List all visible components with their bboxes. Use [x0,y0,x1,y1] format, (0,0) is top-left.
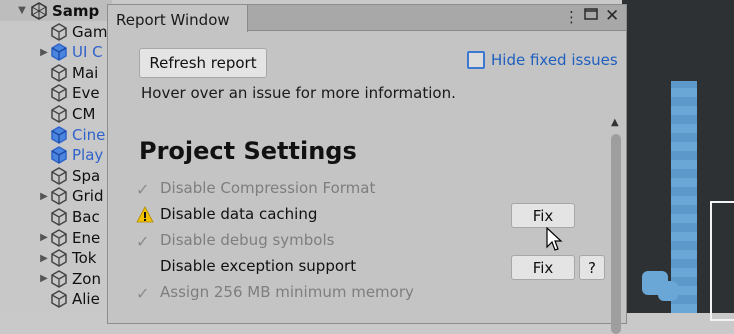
more-options-icon[interactable]: ⋮ [564,8,579,26]
prefab-cube-icon [51,125,67,144]
hierarchy-item[interactable]: ▶ Zon [0,268,112,289]
issue-row[interactable]: Disable data caching Fix [136,203,596,228]
issue-label: Disable Compression Format [160,179,376,197]
expand-arrow-icon[interactable]: ▶ [38,273,50,284]
gameobject-cube-icon [51,22,67,41]
hierarchy-item-label: Ene [72,228,101,247]
hierarchy-item[interactable]: Cine [0,124,112,145]
checkmark-icon: ✓ [136,232,150,251]
hierarchy-item-label: Mai [72,63,99,82]
gameobject-cube-icon [51,63,67,82]
scene-frame [710,201,734,321]
warning-icon [136,206,154,223]
hierarchy-item-label: Play [72,146,104,165]
unity-scene-icon [31,1,47,20]
hierarchy-item-label: Grid [72,187,104,206]
close-icon[interactable]: ✕ [605,6,619,26]
expand-arrow-icon[interactable]: ▶ [38,253,50,264]
issue-row[interactable]: ✓ Assign 256 MB minimum memory [136,282,596,304]
hierarchy-item[interactable]: CM [0,103,112,124]
issue-label: Assign 256 MB minimum memory [160,283,414,301]
section-title: Project Settings [139,137,357,165]
hierarchy-item-label: Bac [72,207,100,226]
hierarchy-item[interactable]: ▶ Grid [0,186,112,207]
refresh-report-button[interactable]: Refresh report [139,48,267,78]
scrollbar-thumb[interactable] [611,134,621,334]
hierarchy-item[interactable]: ▶ UI C [0,42,112,63]
hierarchy-item-label: Tok [72,249,97,268]
issue-label: Disable data caching [160,205,318,223]
hierarchy-item[interactable]: ▶ Ene [0,227,112,248]
gameobject-cube-icon [51,208,67,226]
hierarchy-item-label: Alie [72,290,100,309]
scene-cloud [658,281,678,301]
hierarchy-item[interactable]: Spa [0,165,112,186]
scroll-up-arrow-icon[interactable]: ▲ [611,117,619,128]
checkmark-icon: ✓ [136,180,150,199]
hide-fixed-label[interactable]: Hide fixed issues [491,51,618,69]
report-window: Report Window ⋮ ✕ Refresh report Hide fi… [107,4,627,334]
collapse-arrow-icon[interactable]: ▼ [16,5,28,16]
gameobject-cube-icon [51,249,67,267]
prefab-cube-icon [51,146,67,164]
hierarchy-item-label: Gam [72,22,108,41]
expand-arrow-icon[interactable]: ▶ [38,47,50,58]
window-title-tab[interactable]: Report Window [108,5,248,32]
maximize-icon[interactable] [584,7,598,25]
issue-row[interactable]: ✓ Disable debug symbols [136,230,596,252]
window-titlebar: Report Window ⋮ ✕ [108,5,626,32]
hierarchy-item[interactable]: Play [0,145,112,166]
hierarchy-root-row[interactable]: ▼ Samp [0,0,112,21]
scene-view[interactable] [622,0,734,321]
prefab-cube-icon [51,43,67,61]
hover-hint-text: Hover over an issue for more information… [141,84,456,102]
hierarchy-root-label: Samp [52,1,100,20]
scene-tower [671,81,697,313]
hierarchy-item[interactable]: Eve [0,83,112,104]
expand-arrow-icon[interactable]: ▶ [38,191,50,202]
mouse-cursor-icon [546,227,563,251]
hierarchy-item[interactable]: Bac [0,206,112,227]
hierarchy-item-label: Cine [72,125,106,144]
gameobject-cube-icon [51,290,67,309]
hierarchy-item[interactable]: Alie [0,289,112,310]
gameobject-cube-icon [51,228,67,247]
checkmark-icon: ✓ [136,284,150,303]
help-button[interactable]: ? [579,255,605,280]
expand-arrow-icon[interactable]: ▶ [38,232,50,243]
gameobject-cube-icon [51,166,67,185]
hierarchy-item-label: Spa [72,166,101,185]
hierarchy-item[interactable]: Mai [0,62,112,83]
hierarchy-item[interactable]: ▶ Tok [0,248,112,269]
issue-row[interactable]: ✓ Disable Compression Format [136,178,596,200]
fix-button[interactable]: Fix [511,203,575,228]
hierarchy-panel: ▼ Samp Gam ▶ UI C Mai Eve CM Cine Play Spa ▶ Grid B… [0,0,112,313]
gameobject-cube-icon [51,187,67,206]
hierarchy-item-label: CM [72,104,96,123]
window-title: Report Window [116,11,230,29]
issue-label: Disable exception support [160,257,357,275]
vertical-scrollbar[interactable]: ▲ [609,117,623,334]
gameobject-cube-icon [51,269,67,288]
issue-label: Disable debug symbols [160,231,335,249]
hierarchy-item-label: Eve [72,84,100,103]
gameobject-cube-icon [51,105,67,123]
fix-button[interactable]: Fix [511,255,575,280]
gameobject-cube-icon [51,84,67,103]
hide-fixed-checkbox[interactable] [467,51,485,69]
hierarchy-item-label: Zon [72,269,101,288]
hierarchy-item[interactable]: Gam [0,21,112,42]
issue-row[interactable]: Disable exception support Fix? [136,255,605,280]
hierarchy-item-label: UI C [72,43,103,62]
